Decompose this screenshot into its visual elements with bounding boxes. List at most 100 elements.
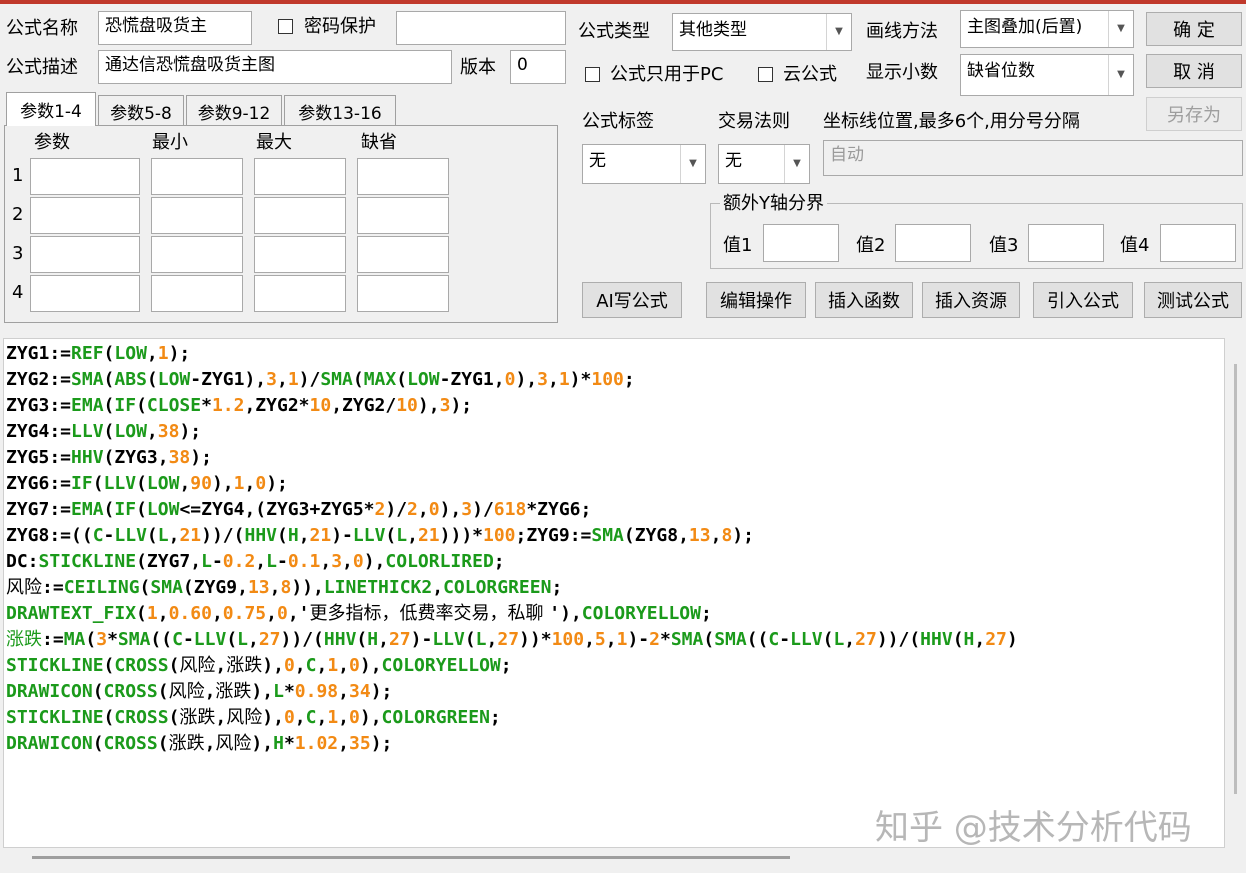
chevron-down-icon: ▼ <box>826 14 851 50</box>
decimal-select[interactable]: 缺省位数 ▼ <box>960 54 1134 96</box>
decimal-label: 显示小数 <box>866 62 938 83</box>
formula-desc-label: 公式描述 <box>6 57 78 78</box>
axis-position-input[interactable]: 自动 <box>823 140 1243 176</box>
param-col-header: 最大 <box>256 132 292 153</box>
formula-type-select[interactable]: 其他类型 ▼ <box>672 13 852 51</box>
y-value-4-label: 值4 <box>1120 235 1150 256</box>
test-formula-button[interactable]: 测试公式 <box>1144 282 1242 318</box>
code-line[interactable]: ZYG8:=((C-LLV(L,21))/(HHV(H,21)-LLV(L,21… <box>6 523 1224 549</box>
param-col-header: 缺省 <box>361 132 397 153</box>
tab-params-1-4[interactable]: 参数1-4 <box>6 92 96 126</box>
draw-method-select[interactable]: 主图叠加(后置) ▼ <box>960 10 1134 48</box>
formula-desc-input[interactable]: 通达信恐慌盘吸货主图 <box>98 50 452 84</box>
formula-tag-value: 无 <box>589 151 606 171</box>
draw-method-value: 主图叠加(后置) <box>967 17 1083 37</box>
y-value-1-input[interactable] <box>763 224 839 262</box>
param-row-index: 3 <box>12 243 24 264</box>
param-default-input[interactable] <box>357 236 449 273</box>
formula-tag-label: 公式标签 <box>582 111 654 132</box>
code-line[interactable]: ZYG4:=LLV(LOW,38); <box>6 419 1224 445</box>
param-max-input[interactable] <box>254 236 346 273</box>
code-line[interactable]: DC:STICKLINE(ZYG7,L-0.2,L-0.1,3,0),COLOR… <box>6 549 1224 575</box>
chevron-down-icon: ▼ <box>784 145 809 183</box>
pc-only-checkbox[interactable] <box>585 67 600 82</box>
pc-only-label: 公式只用于PC <box>610 64 724 85</box>
y-value-2-input[interactable] <box>895 224 971 262</box>
code-line[interactable]: ZYG6:=IF(LLV(LOW,90),1,0); <box>6 471 1224 497</box>
code-content[interactable]: ZYG1:=REF(LOW,1); ZYG2:=SMA(ABS(LOW-ZYG1)… <box>4 339 1224 757</box>
code-line[interactable]: DRAWICON(CROSS(涨跌,风险),H*1.02,35); <box>6 731 1224 757</box>
insert-resource-button[interactable]: 插入资源 <box>922 282 1020 318</box>
edit-operation-button[interactable]: 编辑操作 <box>706 282 806 318</box>
param-max-input[interactable] <box>254 197 346 234</box>
chevron-down-icon: ▼ <box>1108 55 1133 95</box>
param-col-header: 参数 <box>34 132 70 153</box>
param-name-input[interactable] <box>30 158 140 195</box>
extra-y-axis-title: 额外Y轴分界 <box>720 192 827 216</box>
code-line[interactable]: 风险:=CEILING(SMA(ZYG9,13,8)),LINETHICK2,C… <box>6 575 1224 601</box>
vertical-scrollbar[interactable] <box>1234 364 1237 794</box>
param-row-index: 4 <box>12 282 24 303</box>
param-row-index: 1 <box>12 165 24 186</box>
version-input[interactable]: 0 <box>510 50 566 84</box>
code-line[interactable]: DRAWICON(CROSS(风险,涨跌),L*0.98,34); <box>6 679 1224 705</box>
param-default-input[interactable] <box>357 158 449 195</box>
param-min-input[interactable] <box>151 158 243 195</box>
param-default-input[interactable] <box>357 275 449 312</box>
param-name-input[interactable] <box>30 197 140 234</box>
code-line[interactable]: ZYG1:=REF(LOW,1); <box>6 341 1224 367</box>
tab-params-5-8[interactable]: 参数5-8 <box>98 95 184 127</box>
formula-name-input[interactable]: 恐慌盘吸货主 <box>98 11 252 45</box>
code-line[interactable]: ZYG7:=EMA(IF(LOW<=ZYG4,(ZYG3+ZYG5*2)/2,0… <box>6 497 1224 523</box>
code-line[interactable]: STICKLINE(CROSS(风险,涨跌),0,C,1,0),COLORYEL… <box>6 653 1224 679</box>
y-value-4-input[interactable] <box>1160 224 1236 262</box>
cloud-formula-checkbox[interactable] <box>758 67 773 82</box>
title-bar-accent <box>0 0 1246 4</box>
version-label: 版本 <box>460 57 496 78</box>
decimal-value: 缺省位数 <box>967 61 1035 81</box>
code-line[interactable]: 涨跌:=MA(3*SMA((C-LLV(L,27))/(HHV(H,27)-LL… <box>6 627 1224 653</box>
watermark: 知乎 @技术分析代码 <box>875 808 1192 848</box>
formula-name-label: 公式名称 <box>6 18 78 39</box>
param-max-input[interactable] <box>254 158 346 195</box>
y-value-1-label: 值1 <box>723 235 753 256</box>
y-value-3-label: 值3 <box>989 235 1019 256</box>
import-formula-button[interactable]: 引入公式 <box>1033 282 1133 318</box>
param-min-input[interactable] <box>151 197 243 234</box>
y-value-3-input[interactable] <box>1028 224 1104 262</box>
formula-type-label: 公式类型 <box>578 21 650 42</box>
cancel-button[interactable]: 取 消 <box>1146 54 1242 88</box>
param-col-header: 最小 <box>152 132 188 153</box>
formula-tag-select[interactable]: 无 ▼ <box>582 144 706 184</box>
ok-button[interactable]: 确 定 <box>1146 12 1242 46</box>
save-as-button[interactable]: 另存为 <box>1146 97 1242 131</box>
draw-method-label: 画线方法 <box>866 21 938 42</box>
code-line[interactable]: ZYG3:=EMA(IF(CLOSE*1.2,ZYG2*10,ZYG2/10),… <box>6 393 1224 419</box>
param-default-input[interactable] <box>357 197 449 234</box>
cloud-formula-label: 云公式 <box>783 64 837 85</box>
param-name-input[interactable] <box>30 236 140 273</box>
code-line[interactable]: ZYG2:=SMA(ABS(LOW-ZYG1),3,1)/SMA(MAX(LOW… <box>6 367 1224 393</box>
code-line[interactable]: STICKLINE(CROSS(涨跌,风险),0,C,1,0),COLORGRE… <box>6 705 1224 731</box>
password-protect-checkbox[interactable] <box>278 19 293 34</box>
param-min-input[interactable] <box>151 236 243 273</box>
horizontal-scrollbar[interactable] <box>32 856 790 859</box>
trade-rule-label: 交易法则 <box>718 111 790 132</box>
insert-function-button[interactable]: 插入函数 <box>815 282 913 318</box>
axis-position-label: 坐标线位置,最多6个,用分号分隔 <box>823 111 1080 132</box>
tab-params-13-16[interactable]: 参数13-16 <box>284 95 396 127</box>
tab-params-9-12[interactable]: 参数9-12 <box>186 95 282 127</box>
param-name-input[interactable] <box>30 275 140 312</box>
param-max-input[interactable] <box>254 275 346 312</box>
password-protect-label: 密码保护 <box>304 16 376 37</box>
param-row-index: 2 <box>12 204 24 225</box>
ai-write-formula-button[interactable]: AI写公式 <box>582 282 682 318</box>
chevron-down-icon: ▼ <box>680 145 705 183</box>
param-min-input[interactable] <box>151 275 243 312</box>
code-line[interactable]: ZYG5:=HHV(ZYG3,38); <box>6 445 1224 471</box>
trade-rule-select[interactable]: 无 ▼ <box>718 144 810 184</box>
formula-type-value: 其他类型 <box>679 20 747 40</box>
password-input[interactable] <box>396 11 566 45</box>
formula-code-editor[interactable]: ZYG1:=REF(LOW,1); ZYG2:=SMA(ABS(LOW-ZYG1)… <box>3 338 1225 848</box>
code-line[interactable]: DRAWTEXT_FIX(1,0.60,0.75,0,'更多指标，低费率交易，私… <box>6 601 1224 627</box>
